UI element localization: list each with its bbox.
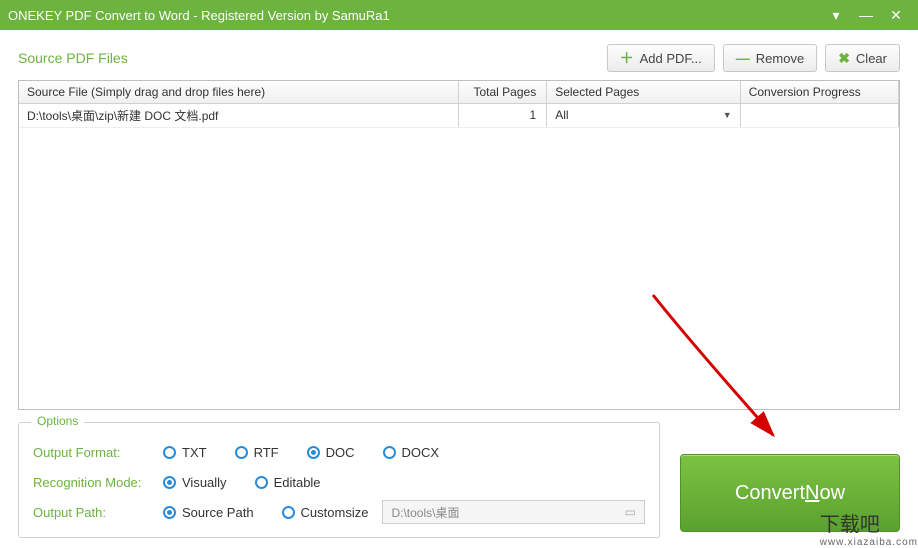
recognition-mode-label: Recognition Mode: xyxy=(33,475,163,490)
remove-label: Remove xyxy=(756,51,804,66)
collapse-icon[interactable]: ▾ xyxy=(822,5,850,25)
convert-now-button[interactable]: Convert Now xyxy=(680,454,900,532)
source-pdf-title: Source PDF Files xyxy=(18,50,599,66)
file-table[interactable]: Source File (Simply drag and drop files … xyxy=(18,80,900,410)
minus-icon: — xyxy=(736,50,750,66)
radio-source-path[interactable]: Source Path xyxy=(163,505,254,520)
col-progress[interactable]: Conversion Progress xyxy=(740,81,898,103)
convert-suffix: ow xyxy=(819,482,845,505)
clear-label: Clear xyxy=(856,51,887,66)
col-total-pages[interactable]: Total Pages xyxy=(459,81,547,103)
options-legend: Options xyxy=(31,414,84,428)
convert-key: N xyxy=(805,482,819,505)
window-title: ONEKEY PDF Convert to Word - Registered … xyxy=(8,8,820,23)
output-path-label: Output Path: xyxy=(33,505,163,520)
cell-progress xyxy=(740,103,898,127)
folder-icon[interactable]: ▭ xyxy=(625,505,636,519)
col-selected-pages[interactable]: Selected Pages xyxy=(547,81,740,103)
table-row[interactable]: D:\tools\桌面\zip\新建 DOC 文档.pdf 1 All ▼ xyxy=(19,103,899,127)
output-path-value: D:\tools\桌面 xyxy=(391,504,459,521)
remove-button[interactable]: — Remove xyxy=(723,44,817,72)
cell-source: D:\tools\桌面\zip\新建 DOC 文档.pdf xyxy=(19,103,459,127)
radio-rtf[interactable]: RTF xyxy=(235,445,279,460)
output-path-input[interactable]: D:\tools\桌面 ▭ xyxy=(382,500,645,524)
plus-icon: ＋ xyxy=(620,48,634,68)
radio-editable[interactable]: Editable xyxy=(255,475,321,490)
radio-custom-path[interactable]: Customsize xyxy=(282,505,369,520)
cell-selected-pages[interactable]: All ▼ xyxy=(547,103,740,127)
add-pdf-button[interactable]: ＋ Add PDF... xyxy=(607,44,715,72)
col-source[interactable]: Source File (Simply drag and drop files … xyxy=(19,81,459,103)
add-pdf-label: Add PDF... xyxy=(640,51,702,66)
options-panel: Options Output Format: TXT RTF DOC DOCX … xyxy=(18,422,660,538)
selected-pages-value: All xyxy=(555,108,568,122)
output-format-label: Output Format: xyxy=(33,445,163,460)
radio-txt[interactable]: TXT xyxy=(163,445,207,460)
convert-prefix: Convert xyxy=(735,482,805,505)
cell-total-pages: 1 xyxy=(459,103,547,127)
minimize-icon[interactable]: — xyxy=(852,5,880,25)
clear-button[interactable]: ✖ Clear xyxy=(825,44,900,72)
radio-doc[interactable]: DOC xyxy=(307,445,355,460)
radio-docx[interactable]: DOCX xyxy=(383,445,440,460)
clear-icon: ✖ xyxy=(838,50,850,67)
titlebar: ONEKEY PDF Convert to Word - Registered … xyxy=(0,0,918,30)
radio-visually[interactable]: Visually xyxy=(163,475,227,490)
chevron-down-icon: ▼ xyxy=(723,110,732,120)
close-icon[interactable]: ✕ xyxy=(882,5,910,25)
